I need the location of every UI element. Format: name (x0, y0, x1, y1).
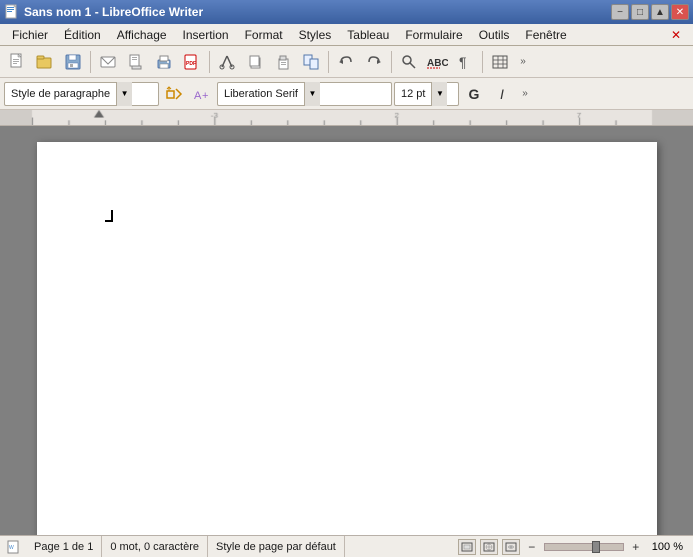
svg-text:W: W (9, 545, 14, 551)
ruler (0, 110, 693, 126)
bold-button[interactable]: G (461, 81, 487, 107)
menu-outils[interactable]: Outils (471, 26, 518, 44)
word-count: 0 mot, 0 caractère (102, 536, 208, 557)
paragraph-style-arrow[interactable]: ▼ (116, 82, 132, 106)
print-preview-button[interactable] (123, 49, 149, 75)
text-cursor (105, 210, 113, 222)
separator-2 (209, 51, 210, 73)
restore-button[interactable]: □ (631, 4, 649, 20)
separator-3 (328, 51, 329, 73)
new-button[interactable] (4, 49, 30, 75)
maximize-button[interactable]: ▲ (651, 4, 669, 20)
font-dropdown[interactable]: Liberation Serif ▼ (217, 82, 392, 106)
svg-text:¶: ¶ (459, 54, 467, 70)
pdf-button[interactable]: PDF (179, 49, 205, 75)
font-label: Liberation Serif (218, 88, 304, 100)
menubar: Fichier Édition Affichage Insertion Form… (0, 24, 693, 46)
paste-button[interactable] (270, 49, 296, 75)
zoom-percentage: 100 % (648, 541, 687, 553)
menu-edition[interactable]: Édition (56, 26, 109, 44)
clone-button[interactable] (298, 49, 324, 75)
separator-5 (482, 51, 483, 73)
document-area[interactable] (0, 126, 693, 535)
titlebar: Sans nom 1 - LibreOffice Writer − □ ▲ ✕ (0, 0, 693, 24)
font-size-label: 12 pt (395, 88, 431, 100)
paragraph-style-label: Style de paragraphe (5, 88, 116, 100)
save-button[interactable] (60, 49, 86, 75)
document-page[interactable] (37, 142, 657, 535)
find-button[interactable] (396, 49, 422, 75)
standard-toolbar: PDF (0, 46, 693, 78)
svg-text:A: A (194, 90, 202, 102)
table-button[interactable] (487, 49, 513, 75)
window-controls[interactable]: − □ ▲ ✕ (611, 4, 689, 20)
zoom-plus-button[interactable]: + (628, 539, 644, 555)
cut-button[interactable] (214, 49, 240, 75)
style-update-button[interactable] (161, 81, 187, 107)
statusbar-right: − + 100 % (458, 539, 687, 555)
email-button[interactable] (95, 49, 121, 75)
font-arrow[interactable]: ▼ (304, 82, 320, 106)
menu-tableau[interactable]: Tableau (339, 26, 397, 44)
paragraph-style-dropdown[interactable]: Style de paragraphe ▼ (4, 82, 159, 106)
view-web-button[interactable] (480, 539, 498, 555)
svg-text:ABC: ABC (427, 58, 448, 69)
formatting-more[interactable]: » (517, 81, 533, 107)
menu-insertion[interactable]: Insertion (175, 26, 237, 44)
menu-format[interactable]: Format (237, 26, 291, 44)
copy-button[interactable] (242, 49, 268, 75)
status-icon: W (6, 539, 22, 555)
italic-button[interactable]: I (489, 81, 515, 107)
print-button[interactable] (151, 49, 177, 75)
close-button[interactable]: ✕ (671, 4, 689, 20)
menu-formulaire[interactable]: Formulaire (397, 26, 470, 44)
menu-styles[interactable]: Styles (291, 26, 340, 44)
ruler-canvas (0, 110, 693, 125)
new-style-button[interactable]: A + (189, 81, 215, 107)
view-readonly-button[interactable] (502, 539, 520, 555)
separator-4 (391, 51, 392, 73)
toolbar1-more[interactable]: » (515, 49, 531, 75)
zoom-slider[interactable] (544, 543, 624, 551)
zoom-thumb[interactable] (592, 541, 600, 553)
menu-fenetre[interactable]: Fenêtre (517, 26, 574, 44)
svg-text:+: + (202, 90, 208, 102)
redo-button[interactable] (361, 49, 387, 75)
font-size-arrow[interactable]: ▼ (431, 82, 447, 106)
view-normal-button[interactable] (458, 539, 476, 555)
minimize-button[interactable]: − (611, 4, 629, 20)
window-title: Sans nom 1 - LibreOffice Writer (24, 5, 203, 19)
nonprint-chars-button[interactable]: ¶ (452, 49, 478, 75)
separator-1 (90, 51, 91, 73)
open-button[interactable] (32, 49, 58, 75)
formatting-toolbar: Style de paragraphe ▼ A + Liberation Ser… (0, 78, 693, 110)
titlebar-left: Sans nom 1 - LibreOffice Writer (4, 4, 203, 20)
page-info: Page 1 de 1 (26, 536, 102, 557)
statusbar: W Page 1 de 1 0 mot, 0 caractère Style d… (0, 535, 693, 557)
menu-fichier[interactable]: Fichier (4, 26, 56, 44)
spellcheck-button[interactable]: ABC (424, 49, 450, 75)
page-style: Style de page par défaut (208, 536, 345, 557)
undo-button[interactable] (333, 49, 359, 75)
zoom-minus-button[interactable]: − (524, 539, 540, 555)
font-size-dropdown[interactable]: 12 pt ▼ (394, 82, 459, 106)
svg-text:PDF: PDF (186, 61, 196, 67)
close-menu-button[interactable]: ✕ (663, 26, 689, 44)
menu-affichage[interactable]: Affichage (109, 26, 175, 44)
app-icon (4, 4, 20, 20)
